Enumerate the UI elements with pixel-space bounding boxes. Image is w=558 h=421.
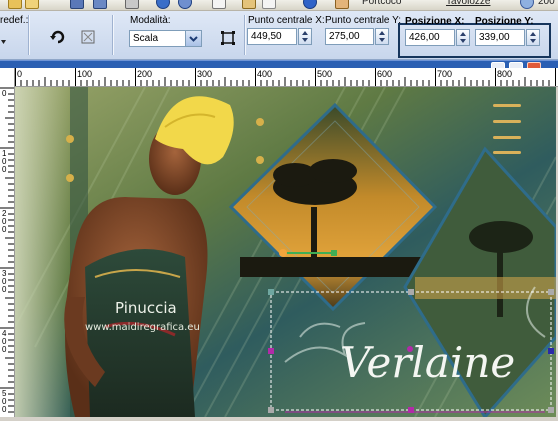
image-canvas[interactable]: Pinuccia www.maidiregrafica.eu Verlaine [15, 87, 556, 417]
save-icon[interactable] [70, 0, 84, 9]
undo-icon[interactable] [156, 0, 170, 9]
save-as-icon[interactable] [93, 0, 107, 9]
handle-top-right[interactable] [548, 289, 554, 295]
horizontal-ruler[interactable]: 0 100 200 300 400 500 600 700 800 [14, 68, 558, 87]
mode-select[interactable]: Scala [129, 30, 202, 47]
center-x-field[interactable]: 449,50 [247, 28, 297, 45]
center-x-label: Punto centrale X: [248, 15, 325, 26]
mode-select-value: Scala [133, 33, 159, 44]
position-x-spinner[interactable] [456, 29, 470, 46]
position-y-spinner[interactable] [526, 29, 540, 46]
redo-icon[interactable] [178, 0, 192, 9]
frame-icon[interactable] [218, 28, 238, 48]
print-icon[interactable] [125, 0, 139, 9]
handle-right-middle[interactable] [548, 348, 554, 354]
vruler-label-200: 200 [2, 209, 7, 234]
script-icon[interactable] [262, 0, 276, 9]
watermark-site: www.maidiregrafica.eu [85, 322, 200, 333]
open-folder-icon[interactable] [8, 0, 22, 9]
zoom-icon[interactable] [520, 0, 534, 9]
vruler-label-0: 0 [2, 89, 7, 98]
palette-icon[interactable] [335, 0, 349, 9]
vruler-label-400: 400 [2, 329, 7, 354]
tool-options-bar: redef.: Modalità: Scala Punto centrale X… [0, 11, 558, 60]
vertical-ruler-ticks [0, 87, 14, 413]
info-icon[interactable] [303, 0, 317, 9]
left-fade [15, 87, 70, 417]
position-x-label: Posizione X: [405, 16, 465, 27]
rotate-reset-icon[interactable] [48, 27, 68, 47]
open-icon[interactable] [25, 0, 39, 9]
menu-tavolozze[interactable]: Tavolozze [446, 0, 490, 8]
window-bottom-border [0, 417, 558, 421]
handle-bottom-left[interactable] [268, 407, 274, 413]
preset-label: redef.: [0, 15, 29, 26]
handle-top-middle[interactable] [408, 289, 414, 295]
main-toolbar: Portcoco Tavolozze 200 [0, 0, 558, 11]
vertical-ruler[interactable]: 0 100 200 300 400 500 [0, 68, 15, 421]
center-y-field[interactable]: 275,00 [325, 28, 374, 45]
mode-label: Modalità: [130, 15, 171, 26]
copy-icon[interactable] [212, 0, 226, 9]
reset-shape-icon[interactable] [78, 27, 98, 47]
vruler-label-500: 500 [2, 389, 7, 414]
position-y-label: Posizione Y: [475, 16, 534, 27]
vruler-label-100: 100 [2, 149, 7, 174]
center-y-label: Punto centrale Y: [325, 15, 401, 26]
word-art-text: Verlaine [340, 338, 515, 387]
vruler-label-300: 300 [2, 269, 7, 294]
chevron-down-icon[interactable] [185, 31, 201, 46]
position-y-field[interactable]: 339,00 [475, 29, 525, 46]
ruler-minor-ticks [20, 77, 550, 86]
watermark-name: Pinuccia [115, 299, 177, 317]
handle-bottom-right[interactable] [548, 407, 554, 413]
center-y-spinner[interactable] [375, 28, 389, 45]
preset-dropdown-icon[interactable] [0, 31, 8, 51]
handle-left-middle[interactable] [268, 348, 274, 354]
rotation-center[interactable] [407, 346, 413, 352]
center-x-spinner[interactable] [298, 28, 312, 45]
position-x-field[interactable]: 426,00 [405, 29, 455, 46]
handle-top-left[interactable] [268, 289, 274, 295]
zoom-level: 200 [538, 0, 555, 7]
menu-portcoco[interactable]: Portcoco [362, 0, 401, 8]
paste-icon[interactable] [242, 0, 256, 9]
